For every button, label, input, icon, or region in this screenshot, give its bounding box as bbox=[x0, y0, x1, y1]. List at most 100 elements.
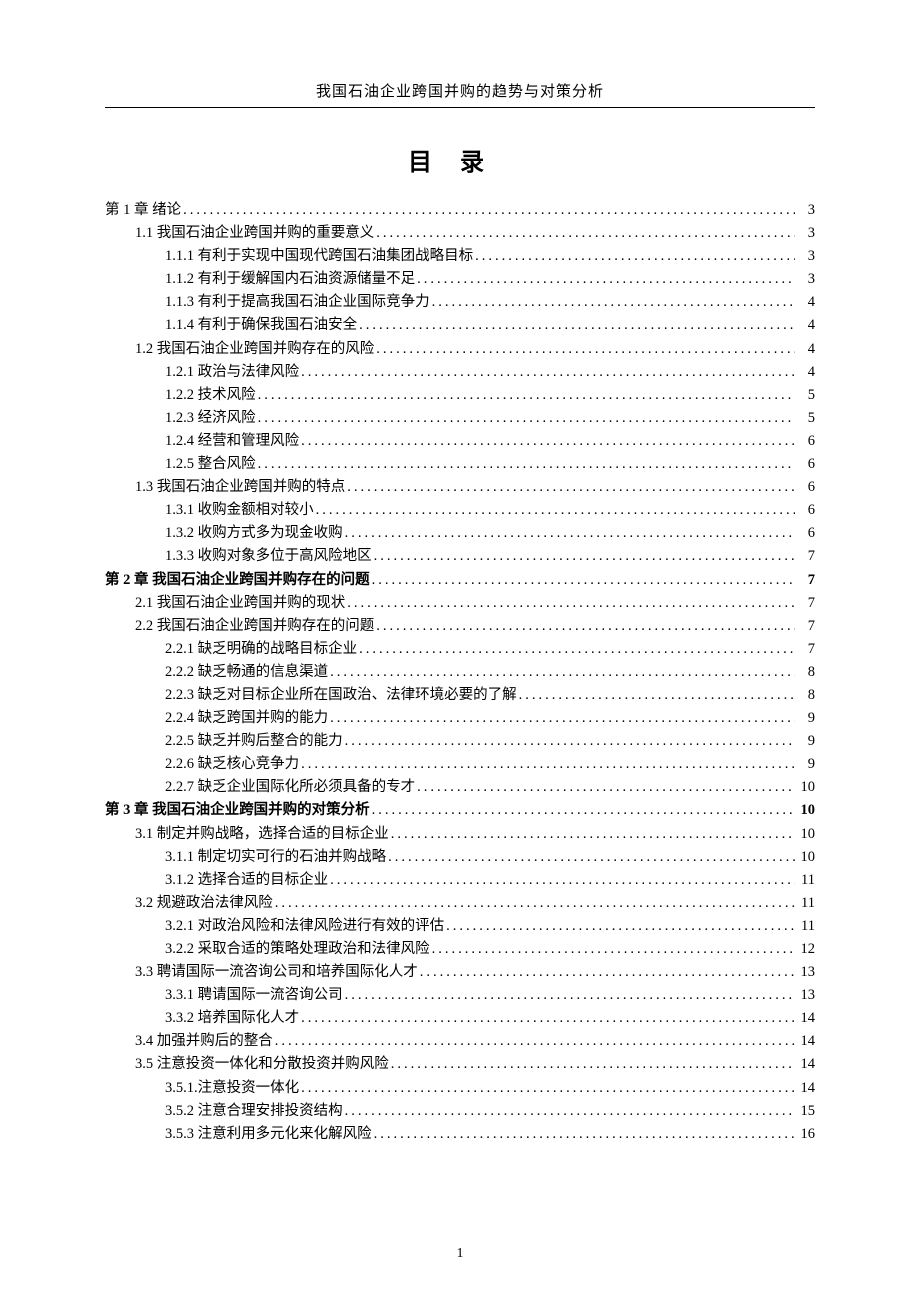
toc-entry: 第 3 章 我国石油企业跨国并购的对策分析10 bbox=[105, 799, 815, 822]
toc-leader-dots bbox=[343, 1100, 795, 1123]
toc-entry: 3.3 聘请国际一流咨询公司和培养国际化人才 13 bbox=[105, 961, 815, 984]
toc-leader-dots bbox=[386, 846, 795, 869]
toc-entry-label: 2.2.7 缺乏企业国际化所必须具备的专才 bbox=[165, 776, 415, 799]
toc-entry: 3.5.1.注意投资一体化 14 bbox=[105, 1077, 815, 1100]
toc-entry: 3.1 制定并购战略，选择合适的目标企业 10 bbox=[105, 823, 815, 846]
toc-entry: 1.2.3 经济风险 5 bbox=[105, 407, 815, 430]
toc-entry: 1.1.3 有利于提高我国石油企业国际竞争力4 bbox=[105, 291, 815, 314]
toc-entry-page: 14 bbox=[795, 1053, 815, 1076]
toc-leader-dots bbox=[343, 730, 795, 753]
toc-entry-label: 3.5.1.注意投资一体化 bbox=[165, 1077, 299, 1100]
toc-leader-dots bbox=[415, 268, 795, 291]
toc-entry-label: 2.2.4 缺乏跨国并购的能力 bbox=[165, 707, 328, 730]
toc-entry-page: 7 bbox=[795, 615, 815, 638]
toc-entry-label: 1.2 我国石油企业跨国并购存在的风险 bbox=[135, 338, 374, 361]
toc-entry-page: 8 bbox=[795, 661, 815, 684]
toc-entry-page: 6 bbox=[795, 499, 815, 522]
toc-leader-dots bbox=[389, 823, 795, 846]
toc-entry-page: 3 bbox=[795, 199, 815, 222]
toc-entry-page: 10 bbox=[795, 799, 815, 822]
toc-entry: 3.1.1 制定切实可行的石油并购战略 10 bbox=[105, 846, 815, 869]
toc-leader-dots bbox=[374, 338, 795, 361]
toc-entry-label: 第 2 章 我国石油企业跨国并购存在的问题 bbox=[105, 569, 370, 592]
toc-leader-dots bbox=[181, 199, 795, 222]
toc-entry: 1.2.2 技术风险5 bbox=[105, 384, 815, 407]
toc-entry-label: 2.2.5 缺乏并购后整合的能力 bbox=[165, 730, 343, 753]
toc-leader-dots bbox=[430, 938, 795, 961]
toc-entry-page: 9 bbox=[795, 730, 815, 753]
toc-entry-label: 3.3.2 培养国际化人才 bbox=[165, 1007, 299, 1030]
toc-entry-page: 15 bbox=[795, 1100, 815, 1123]
toc-leader-dots bbox=[299, 430, 795, 453]
toc-leader-dots bbox=[299, 1077, 795, 1100]
toc-entry: 2.2.5 缺乏并购后整合的能力 9 bbox=[105, 730, 815, 753]
toc-entry-page: 12 bbox=[795, 938, 815, 961]
toc-entry-label: 3.3 聘请国际一流咨询公司和培养国际化人才 bbox=[135, 961, 418, 984]
toc-entry-label: 1.3 我国石油企业跨国并购的特点 bbox=[135, 476, 345, 499]
toc-leader-dots bbox=[473, 245, 795, 268]
toc-leader-dots bbox=[256, 407, 795, 430]
toc-entry-label: 1.3.3 收购对象多位于高风险地区 bbox=[165, 545, 372, 568]
toc-entry: 1.1.2 有利于缓解国内石油资源储量不足 3 bbox=[105, 268, 815, 291]
toc-entry-label: 3.1 制定并购战略，选择合适的目标企业 bbox=[135, 823, 389, 846]
toc-entry-page: 5 bbox=[795, 407, 815, 430]
toc-entry-label: 1.2.3 经济风险 bbox=[165, 407, 256, 430]
toc-entry: 1.3.2 收购方式多为现金收购6 bbox=[105, 522, 815, 545]
toc-entry: 2.2.3 缺乏对目标企业所在国政治、法律环境必要的了解8 bbox=[105, 684, 815, 707]
toc-leader-dots bbox=[328, 661, 795, 684]
toc-entry: 2.2.4 缺乏跨国并购的能力9 bbox=[105, 707, 815, 730]
toc-entry: 3.5.3 注意利用多元化来化解风险16 bbox=[105, 1123, 815, 1146]
toc-entry: 1.1.4 有利于确保我国石油安全4 bbox=[105, 314, 815, 337]
toc-entry-label: 1.3.1 收购金额相对较小 bbox=[165, 499, 314, 522]
toc-entry-page: 13 bbox=[795, 961, 815, 984]
toc-entry: 2.1 我国石油企业跨国并购的现状7 bbox=[105, 592, 815, 615]
toc-entry-page: 14 bbox=[795, 1030, 815, 1053]
toc-entry-label: 3.3.1 聘请国际一流咨询公司 bbox=[165, 984, 343, 1007]
toc-entry-label: 1.1.3 有利于提高我国石油企业国际竞争力 bbox=[165, 291, 430, 314]
toc-entry: 第 2 章 我国石油企业跨国并购存在的问题 7 bbox=[105, 569, 815, 592]
toc-entry-page: 10 bbox=[795, 823, 815, 846]
toc-leader-dots bbox=[517, 684, 795, 707]
toc-entry-page: 3 bbox=[795, 222, 815, 245]
toc-entry-label: 3.1.1 制定切实可行的石油并购战略 bbox=[165, 846, 386, 869]
toc-entry-page: 6 bbox=[795, 476, 815, 499]
toc-leader-dots bbox=[357, 314, 795, 337]
toc-leader-dots bbox=[415, 776, 795, 799]
toc-entry-label: 1.1.2 有利于缓解国内石油资源储量不足 bbox=[165, 268, 415, 291]
toc-entry: 1.3.1 收购金额相对较小 6 bbox=[105, 499, 815, 522]
toc-entry: 1.3.3 收购对象多位于高风险地区7 bbox=[105, 545, 815, 568]
toc-entry: 2.2.1 缺乏明确的战略目标企业7 bbox=[105, 638, 815, 661]
toc-entry-label: 1.2.4 经营和管理风险 bbox=[165, 430, 299, 453]
toc-leader-dots bbox=[374, 615, 795, 638]
toc-entry: 1.2.1 政治与法律风险4 bbox=[105, 361, 815, 384]
toc-entry-page: 13 bbox=[795, 984, 815, 1007]
toc-entry: 3.2.2 采取合适的策略处理政治和法律风险 12 bbox=[105, 938, 815, 961]
toc-entry-page: 11 bbox=[795, 915, 815, 938]
toc-leader-dots bbox=[328, 869, 795, 892]
toc-entry-page: 7 bbox=[795, 638, 815, 661]
toc-leader-dots bbox=[444, 915, 795, 938]
toc-entry: 第 1 章 绪论 3 bbox=[105, 199, 815, 222]
toc-leader-dots bbox=[299, 1007, 795, 1030]
toc-entry-label: 1.2.2 技术风险 bbox=[165, 384, 256, 407]
toc-entry-page: 6 bbox=[795, 430, 815, 453]
toc-entry-page: 14 bbox=[795, 1077, 815, 1100]
toc-entry-page: 7 bbox=[795, 592, 815, 615]
toc-entry-label: 第 1 章 绪论 bbox=[105, 199, 181, 222]
toc-entry-label: 3.5 注意投资一体化和分散投资并购风险 bbox=[135, 1053, 389, 1076]
toc-entry-label: 3.1.2 选择合适的目标企业 bbox=[165, 869, 328, 892]
toc-entry-label: 3.4 加强并购后的整合 bbox=[135, 1030, 273, 1053]
toc-entry-page: 3 bbox=[795, 268, 815, 291]
toc-entry: 3.2 规避政治法律风险11 bbox=[105, 892, 815, 915]
toc-leader-dots bbox=[328, 707, 795, 730]
toc-leader-dots bbox=[370, 799, 795, 822]
toc-entry: 3.5.2 注意合理安排投资结构15 bbox=[105, 1100, 815, 1123]
toc-entry-page: 7 bbox=[795, 569, 815, 592]
toc-leader-dots bbox=[345, 476, 795, 499]
toc-leader-dots bbox=[357, 638, 795, 661]
toc-entry-page: 10 bbox=[795, 776, 815, 799]
toc-entry-label: 3.2.2 采取合适的策略处理政治和法律风险 bbox=[165, 938, 430, 961]
toc-leader-dots bbox=[370, 569, 795, 592]
toc-entry-label: 3.2 规避政治法律风险 bbox=[135, 892, 273, 915]
toc-entry: 1.1.1 有利于实现中国现代跨国石油集团战略目标3 bbox=[105, 245, 815, 268]
